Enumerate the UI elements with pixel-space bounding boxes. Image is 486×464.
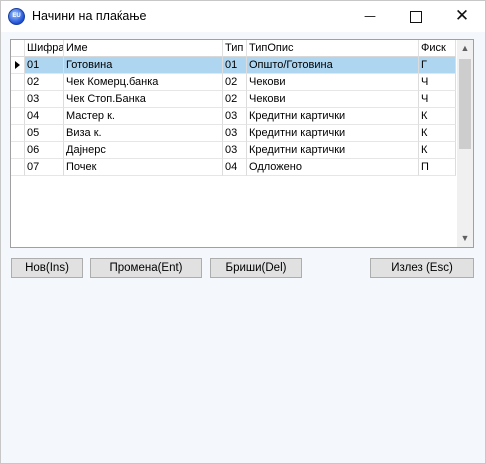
type-cell[interactable]: 03 bbox=[223, 125, 247, 142]
fiscal-cell[interactable]: К bbox=[419, 108, 456, 125]
fiscal-cell[interactable]: К bbox=[419, 125, 456, 142]
current-row-arrow-icon bbox=[15, 61, 20, 69]
type-description-cell[interactable]: Чекови bbox=[247, 91, 419, 108]
column-header-type-description[interactable]: ТипОпис bbox=[247, 40, 419, 57]
row-indicator-cell bbox=[11, 74, 25, 91]
title-bar: EU Начини на плаќање — ✕ bbox=[1, 1, 485, 32]
name-cell[interactable]: Виза к. bbox=[64, 125, 223, 142]
fiscal-cell[interactable]: Г bbox=[419, 57, 456, 74]
name-cell[interactable]: Чек Комерц.банка bbox=[64, 74, 223, 91]
table-row[interactable]: 01 Готовина 01 Општо/Готовина Г bbox=[11, 57, 456, 74]
fiscal-cell[interactable]: Ч bbox=[419, 91, 456, 108]
payment-methods-grid[interactable]: Шифра Име Тип ТипОпис Фиск 01 Готовина 01 О… bbox=[10, 39, 474, 248]
type-description-cell[interactable]: Одложено bbox=[247, 159, 419, 176]
name-cell[interactable]: Дајнерс bbox=[64, 142, 223, 159]
code-cell[interactable]: 03 bbox=[25, 91, 64, 108]
name-cell[interactable]: Мастер к. bbox=[64, 108, 223, 125]
type-cell[interactable]: 02 bbox=[223, 91, 247, 108]
scrollbar-thumb[interactable] bbox=[459, 59, 471, 149]
header-indicator-cell bbox=[11, 40, 25, 57]
maximize-icon bbox=[410, 10, 422, 23]
type-description-cell[interactable]: Чекови bbox=[247, 74, 419, 91]
table-row[interactable]: 07 Почек 04 Одложено П bbox=[11, 159, 456, 176]
fiscal-cell[interactable]: Ч bbox=[419, 74, 456, 91]
type-cell[interactable]: 04 bbox=[223, 159, 247, 176]
row-indicator-cell bbox=[11, 91, 25, 108]
type-cell[interactable]: 01 bbox=[223, 57, 247, 74]
code-cell[interactable]: 06 bbox=[25, 142, 64, 159]
table-row[interactable]: 05 Виза к. 03 Кредитни картички К bbox=[11, 125, 456, 142]
delete-button[interactable]: Бриши(Del) bbox=[210, 258, 302, 278]
table-row[interactable]: 03 Чек Стоп.Банка 02 Чекови Ч bbox=[11, 91, 456, 108]
payment-methods-window: EU Начини на плаќање — ✕ Шифра Име Тип Т… bbox=[0, 0, 486, 464]
code-cell[interactable]: 05 bbox=[25, 125, 64, 142]
scroll-down-icon[interactable]: ▼ bbox=[457, 230, 473, 247]
fiscal-cell[interactable]: П bbox=[419, 159, 456, 176]
vertical-scrollbar[interactable]: ▲ ▼ bbox=[457, 40, 473, 247]
type-cell[interactable]: 03 bbox=[223, 108, 247, 125]
type-description-cell[interactable]: Кредитни картички bbox=[247, 142, 419, 159]
code-cell[interactable]: 01 bbox=[25, 57, 64, 74]
type-cell[interactable]: 02 bbox=[223, 74, 247, 91]
maximize-button[interactable] bbox=[393, 1, 439, 32]
fiscal-cell[interactable]: К bbox=[419, 142, 456, 159]
name-cell[interactable]: Чек Стоп.Банка bbox=[64, 91, 223, 108]
table-row[interactable]: 06 Дајнерс 03 Кредитни картички К bbox=[11, 142, 456, 159]
column-header-name[interactable]: Име bbox=[64, 40, 223, 57]
code-cell[interactable]: 02 bbox=[25, 74, 64, 91]
type-description-cell[interactable]: Општо/Готовина bbox=[247, 57, 419, 74]
row-indicator-cell bbox=[11, 108, 25, 125]
row-indicator-cell bbox=[11, 159, 25, 176]
row-indicator-cell bbox=[11, 125, 25, 142]
edit-button[interactable]: Промена(Ent) bbox=[90, 258, 202, 278]
name-cell[interactable]: Готовина bbox=[64, 57, 223, 74]
column-header-type[interactable]: Тип bbox=[223, 40, 247, 57]
app-icon: EU bbox=[8, 8, 25, 25]
grid-header-row: Шифра Име Тип ТипОпис Фиск bbox=[11, 40, 456, 57]
type-description-cell[interactable]: Кредитни картички bbox=[247, 108, 419, 125]
code-cell[interactable]: 04 bbox=[25, 108, 64, 125]
row-indicator-cell bbox=[11, 57, 25, 74]
name-cell[interactable]: Почек bbox=[64, 159, 223, 176]
close-button[interactable]: ✕ bbox=[439, 1, 485, 32]
code-cell[interactable]: 07 bbox=[25, 159, 64, 176]
exit-button[interactable]: Излез (Esc) bbox=[370, 258, 474, 278]
type-description-cell[interactable]: Кредитни картички bbox=[247, 125, 419, 142]
table-row[interactable]: 04 Мастер к. 03 Кредитни картички К bbox=[11, 108, 456, 125]
scroll-up-icon[interactable]: ▲ bbox=[457, 40, 473, 57]
minimize-button[interactable]: — bbox=[347, 1, 393, 32]
new-button[interactable]: Нов(Ins) bbox=[11, 258, 83, 278]
column-header-code[interactable]: Шифра bbox=[25, 40, 64, 57]
row-indicator-cell bbox=[11, 142, 25, 159]
window-title: Начини на плаќање bbox=[32, 9, 147, 23]
type-cell[interactable]: 03 bbox=[223, 142, 247, 159]
column-header-fiscal[interactable]: Фиск bbox=[419, 40, 456, 57]
table-row[interactable]: 02 Чек Комерц.банка 02 Чекови Ч bbox=[11, 74, 456, 91]
